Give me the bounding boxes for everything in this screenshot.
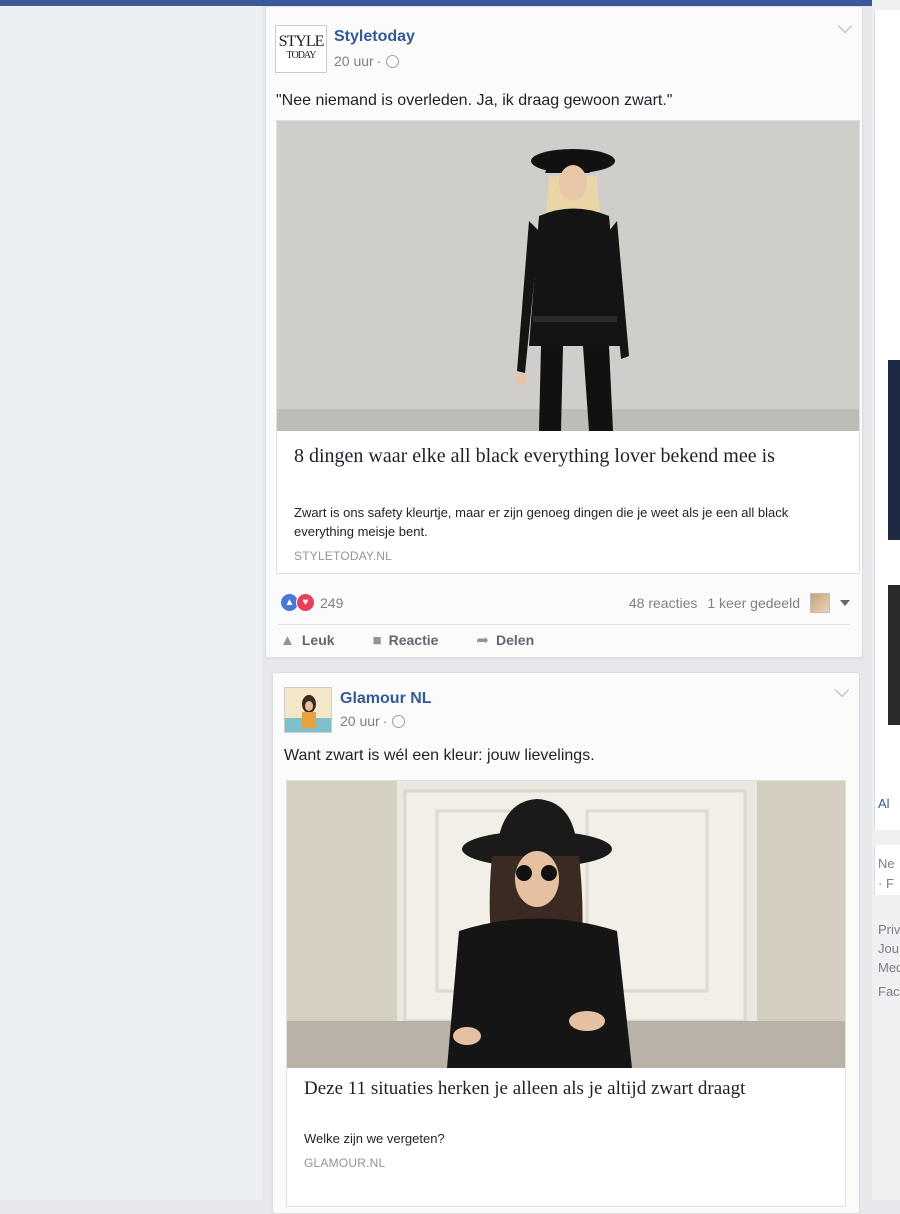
globe-icon — [386, 54, 400, 68]
post-timestamp[interactable]: 20 uur — [334, 53, 374, 69]
page-name-link[interactable]: Styletoday — [334, 28, 415, 46]
link-description: Zwart is ons safety kleurtje, maar er zi… — [294, 505, 789, 539]
shares-count-link[interactable]: 1 keer gedeeld — [707, 595, 800, 611]
love-reaction-icon: ♥ — [296, 593, 315, 612]
globe-icon — [392, 714, 406, 728]
like-button[interactable]: ▲ Leuk — [280, 631, 335, 649]
right-column-link[interactable]: Al — [878, 796, 890, 811]
share-button[interactable]: ➦ Delen — [476, 631, 534, 649]
thumbs-up-icon: ▲ — [280, 631, 295, 649]
caret-down-icon[interactable] — [840, 600, 850, 606]
footer-link-3[interactable]: Med — [878, 960, 900, 975]
link-description: Welke zijn we vergeten? — [304, 1131, 445, 1146]
feed-post-glamour: Glamour NL 20 uur · Want zwart is wél ee… — [272, 672, 860, 1214]
glamour-cover-thumbnail — [285, 688, 331, 732]
link-title[interactable]: Deze 11 situaties herken je alleen als j… — [304, 1077, 824, 1101]
right-column-text-2: · F — [878, 876, 894, 891]
link-preview-card[interactable]: Deze 11 situaties herken je alleen als j… — [286, 780, 846, 1207]
chevron-down-icon[interactable] — [837, 18, 853, 34]
left-sidebar-area — [0, 6, 262, 1200]
comments-count-link[interactable]: 48 reacties — [629, 595, 697, 611]
post-stats-bar: ▲ ♥ 249 48 reacties 1 keer gedeeld — [280, 591, 850, 613]
like-label: Leuk — [301, 632, 335, 648]
link-domain: STYLETODAY.NL — [294, 549, 392, 563]
post-actions: ▲ Leuk ■ Reactie ➦ Delen — [280, 631, 534, 650]
post-timestamp[interactable]: 20 uur — [340, 713, 380, 729]
comment-button[interactable]: ■ Reactie — [373, 631, 439, 649]
link-title[interactable]: 8 dingen waar elke all black everything … — [294, 443, 814, 470]
right-column-text: Ne — [878, 856, 895, 871]
reactions-count: 249 — [320, 594, 344, 611]
meta-separator: · — [382, 713, 388, 729]
page-avatar[interactable] — [284, 687, 332, 733]
divider — [278, 624, 850, 625]
comment-label: Reactie — [388, 632, 439, 648]
reactions-summary[interactable]: ▲ ♥ 249 — [280, 593, 343, 612]
meta-separator: · — [376, 53, 382, 69]
viewer-avatar[interactable] — [810, 593, 830, 613]
footer-link-2[interactable]: Jou — [878, 941, 899, 956]
post-meta: 20 uur · — [340, 713, 406, 729]
page-name-link[interactable]: Glamour NL — [340, 690, 432, 708]
post-text: "Nee niemand is overleden. Ja, ik draag … — [276, 92, 673, 109]
avatar-logo-line1: STYLE — [278, 33, 325, 50]
right-ad-image-2[interactable] — [888, 585, 900, 725]
post-meta: 20 uur · — [334, 53, 400, 69]
link-preview-card[interactable]: 8 dingen waar elke all black everything … — [276, 120, 860, 574]
link-preview-image[interactable] — [287, 781, 845, 1068]
feed-post-styletoday: STYLE TODAY Styletoday 20 uur · "Nee nie… — [265, 6, 863, 658]
share-arrow-icon: ➦ — [476, 632, 489, 649]
chevron-down-icon[interactable] — [834, 682, 850, 698]
woman-hat-sunglasses-photo — [287, 781, 845, 1068]
page-avatar[interactable]: STYLE TODAY — [275, 25, 327, 73]
post-text: Want zwart is wél een kleur: jouw lievel… — [284, 747, 595, 764]
right-ad-image[interactable] — [888, 360, 900, 540]
avatar-logo-line2: TODAY — [286, 50, 317, 61]
link-domain: GLAMOUR.NL — [304, 1156, 386, 1170]
footer-link-privacy[interactable]: Priv — [878, 922, 900, 937]
comment-bubble-icon: ■ — [372, 631, 382, 649]
footer-link-4[interactable]: Fac — [878, 984, 900, 999]
link-preview-image[interactable] — [277, 121, 859, 431]
woman-black-outfit-photo — [277, 121, 859, 431]
share-label: Delen — [496, 632, 535, 648]
